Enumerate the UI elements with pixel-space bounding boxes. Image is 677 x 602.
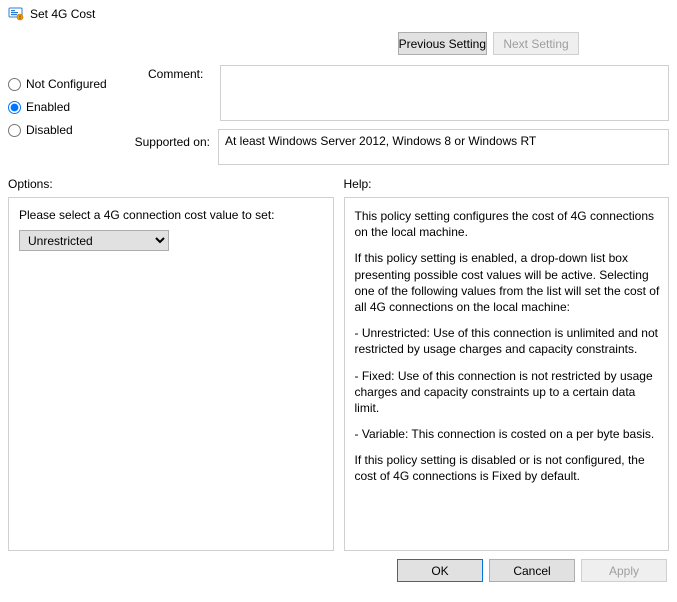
previous-setting-button[interactable]: Previous Setting [398, 32, 487, 55]
state-radios: Not Configured Enabled Disabled [8, 65, 138, 165]
comment-input[interactable] [220, 65, 669, 121]
options-header: Options: [8, 175, 334, 197]
supported-label: Supported on: [130, 129, 210, 149]
help-paragraph: If this policy setting is enabled, a dro… [355, 250, 661, 315]
radio-not-configured-label: Not Configured [26, 77, 107, 91]
titlebar: Set 4G Cost [0, 0, 677, 28]
radio-enabled-input[interactable] [8, 101, 21, 114]
help-text: This policy setting configures the cost … [355, 208, 661, 485]
options-column: Options: Please select a 4G connection c… [8, 175, 334, 551]
help-column: Help: This policy setting configures the… [344, 175, 670, 551]
radio-enabled-label: Enabled [26, 100, 70, 114]
upper-fields: Comment: Supported on: At least Windows … [148, 65, 669, 165]
comment-row: Comment: [148, 65, 669, 121]
cancel-button[interactable]: Cancel [489, 559, 575, 582]
upper-section: Not Configured Enabled Disabled Comment:… [0, 61, 677, 175]
next-setting-button[interactable]: Next Setting [493, 32, 579, 55]
options-panel: Please select a 4G connection cost value… [8, 197, 334, 551]
help-panel: This policy setting configures the cost … [344, 197, 670, 551]
cost-value-select[interactable]: Unrestricted [19, 230, 169, 251]
supported-value: At least Windows Server 2012, Windows 8 … [225, 134, 536, 148]
help-paragraph: - Variable: This connection is costed on… [355, 426, 661, 442]
lower-columns: Options: Please select a 4G connection c… [0, 175, 677, 551]
window-title: Set 4G Cost [30, 7, 95, 21]
supported-row: Supported on: At least Windows Server 20… [148, 129, 669, 165]
footer-buttons: OK Cancel Apply [0, 551, 677, 582]
comment-label: Comment: [148, 65, 212, 81]
radio-not-configured[interactable]: Not Configured [8, 77, 138, 91]
help-paragraph: - Fixed: Use of this connection is not r… [355, 368, 661, 417]
radio-disabled[interactable]: Disabled [8, 123, 138, 137]
help-paragraph: If this policy setting is disabled or is… [355, 452, 661, 484]
policy-icon [8, 6, 24, 22]
apply-button[interactable]: Apply [581, 559, 667, 582]
radio-disabled-label: Disabled [26, 123, 73, 137]
radio-enabled[interactable]: Enabled [8, 100, 138, 114]
radio-not-configured-input[interactable] [8, 78, 21, 91]
help-header: Help: [344, 175, 670, 197]
help-paragraph: This policy setting configures the cost … [355, 208, 661, 240]
ok-button[interactable]: OK [397, 559, 483, 582]
supported-value-box: At least Windows Server 2012, Windows 8 … [218, 129, 669, 165]
help-paragraph: - Unrestricted: Use of this connection i… [355, 325, 661, 357]
radio-disabled-input[interactable] [8, 124, 21, 137]
options-prompt: Please select a 4G connection cost value… [19, 208, 323, 222]
nav-buttons: Previous Setting Next Setting [0, 28, 677, 61]
